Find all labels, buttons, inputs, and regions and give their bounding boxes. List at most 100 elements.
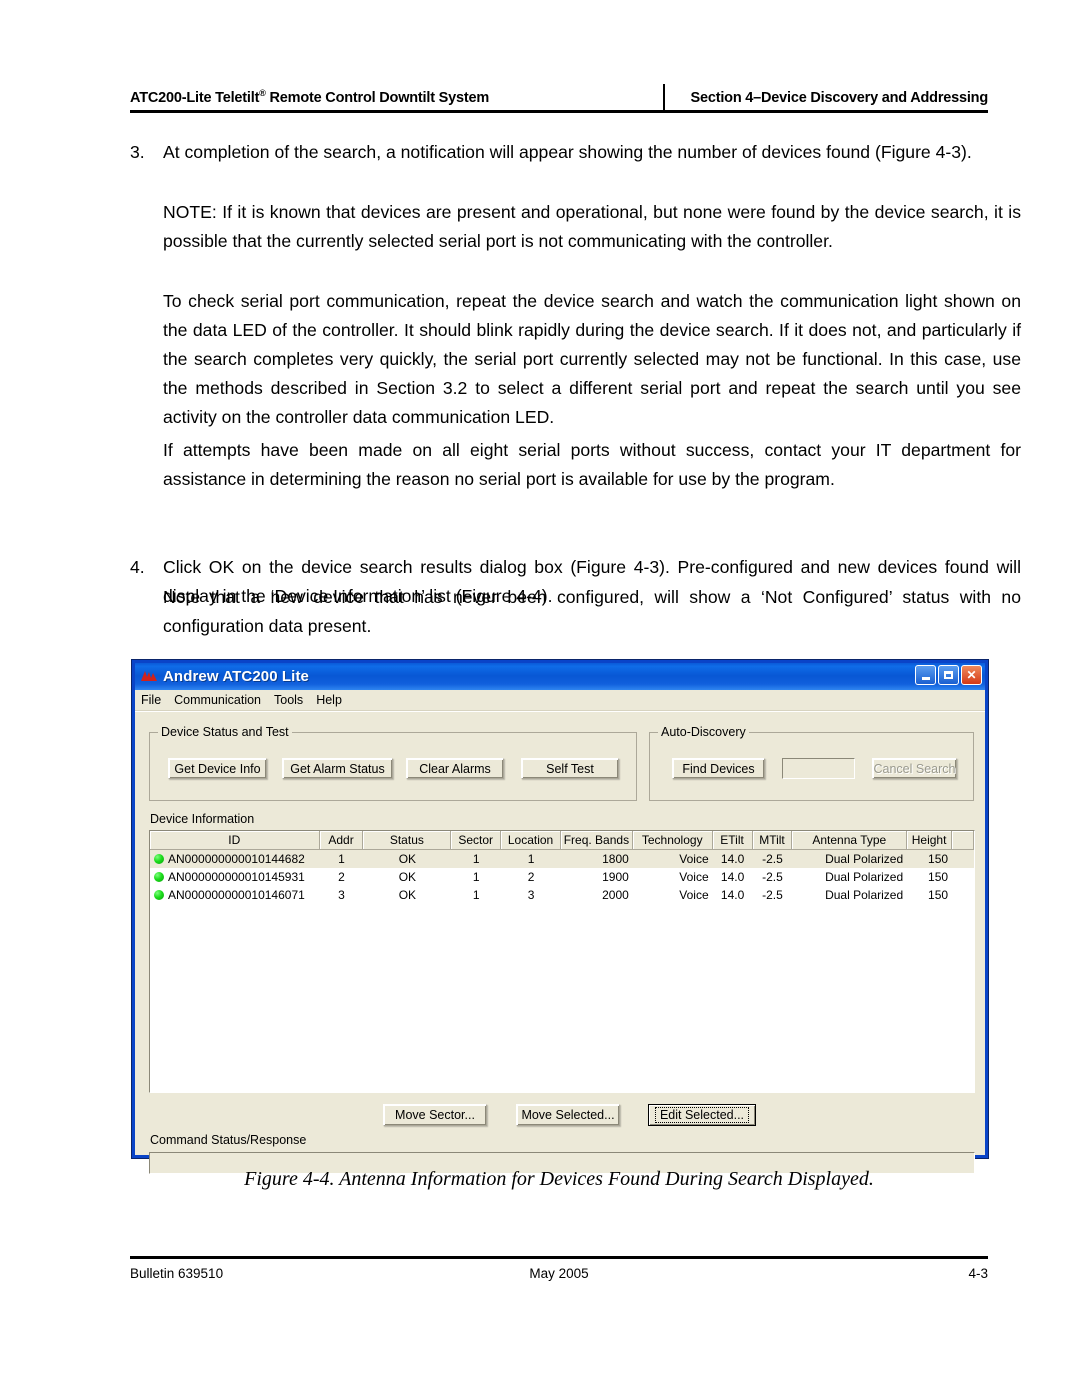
table-row[interactable]: AN000000000010146071 3 OK 1 3 2000 Voice… bbox=[150, 886, 974, 904]
cell-spacer bbox=[952, 886, 974, 904]
cell-spacer bbox=[952, 868, 974, 886]
column-header-technology[interactable]: Technology bbox=[632, 831, 713, 850]
column-header-etilt[interactable]: ETilt bbox=[712, 831, 753, 850]
get-device-info-button[interactable]: Get Device Info bbox=[168, 758, 267, 779]
column-header-spacer[interactable] bbox=[952, 831, 974, 850]
window-frame: Andrew ATC200 Lite ✕ File Communication … bbox=[132, 660, 988, 1174]
cell-sector: 1 bbox=[472, 888, 480, 902]
list-item-3-number: 3. bbox=[130, 142, 145, 162]
cell-freq-bands: 2000 bbox=[602, 888, 629, 902]
get-alarm-status-button[interactable]: Get Alarm Status bbox=[282, 758, 393, 779]
self-test-button[interactable]: Self Test bbox=[521, 758, 619, 779]
window-controls: ✕ bbox=[915, 665, 982, 685]
minimize-button[interactable] bbox=[915, 665, 936, 685]
figure-caption: Figure 4-4. Antenna Information for Devi… bbox=[244, 1168, 874, 1190]
column-header-antenna-type[interactable]: Antenna Type bbox=[792, 831, 908, 850]
document-page: ATC200-Lite Teletilt® Remote Control Dow… bbox=[0, 0, 1080, 1397]
column-header-status[interactable]: Status bbox=[363, 831, 452, 850]
attempts-text: If attempts have been made on all eight … bbox=[163, 440, 1021, 489]
grid-header-row: ID Addr Status Sector Location Freq. Ban… bbox=[150, 831, 974, 850]
edit-selected-button[interactable]: Edit Selected... bbox=[648, 1104, 756, 1126]
running-head-title: ATC200-Lite Teletilt bbox=[130, 89, 260, 106]
cell-id: AN000000000010146071 bbox=[168, 888, 305, 902]
cancel-search-button[interactable]: Cancel Search bbox=[872, 758, 957, 779]
column-header-id[interactable]: ID bbox=[150, 831, 320, 850]
find-devices-button[interactable]: Find Devices bbox=[672, 758, 765, 779]
menu-item-communication[interactable]: Communication bbox=[174, 693, 261, 707]
close-icon: ✕ bbox=[966, 668, 977, 682]
column-header-mtilt[interactable]: MTilt bbox=[752, 831, 793, 850]
cell-height: 150 bbox=[928, 852, 949, 866]
title-bar: Andrew ATC200 Lite ✕ bbox=[135, 663, 985, 690]
edit-selected-label: Edit Selected... bbox=[654, 1107, 750, 1123]
running-head-right: Section 4–Device Discovery and Addressin… bbox=[690, 89, 989, 106]
cell-freq-bands: 1900 bbox=[602, 870, 629, 884]
table-row[interactable]: AN000000000010144682 1 OK 1 1 1800 Voice… bbox=[150, 850, 974, 868]
running-head-left: ATC200-Lite Teletilt® Remote Control Dow… bbox=[130, 88, 489, 106]
note-paragraph: NOTE: If it is known that devices are pr… bbox=[163, 198, 1021, 256]
auto-discovery-label: Auto-Discovery bbox=[658, 725, 749, 739]
footer-page-number: 4-3 bbox=[968, 1266, 988, 1281]
cell-height: 150 bbox=[928, 870, 949, 884]
column-header-sector[interactable]: Sector bbox=[451, 831, 502, 850]
cell-etilt: 14.0 bbox=[720, 888, 745, 902]
footer-bulletin: Bulletin 639510 bbox=[130, 1266, 224, 1281]
column-header-addr[interactable]: Addr bbox=[319, 831, 364, 850]
cell-id: AN000000000010145931 bbox=[168, 870, 305, 884]
maximize-button[interactable] bbox=[938, 665, 959, 685]
cell-status: OK bbox=[398, 888, 417, 902]
cell-addr: 3 bbox=[338, 888, 345, 902]
andrew-logo-icon bbox=[140, 669, 158, 685]
column-header-location[interactable]: Location bbox=[501, 831, 561, 850]
serial-port-text: To check serial port communication, repe… bbox=[163, 291, 1021, 427]
search-progress-field bbox=[782, 758, 855, 779]
not-configured-text: Note that a new device that has never be… bbox=[163, 587, 1021, 636]
application-window-screenshot: Andrew ATC200 Lite ✕ File Communication … bbox=[131, 659, 989, 1174]
status-led-icon bbox=[154, 872, 164, 882]
command-status-label: Command Status/Response bbox=[150, 1133, 307, 1147]
cell-antenna-type: Dual Polarized bbox=[825, 852, 904, 866]
list-item-3: 3. At completion of the search, a notifi… bbox=[130, 138, 1021, 167]
menu-item-help[interactable]: Help bbox=[316, 693, 342, 707]
move-selected-button[interactable]: Move Selected... bbox=[516, 1104, 620, 1126]
cell-mtilt: -2.5 bbox=[762, 888, 783, 902]
device-information-grid[interactable]: ID Addr Status Sector Location Freq. Ban… bbox=[149, 830, 975, 1093]
column-header-height[interactable]: Height bbox=[907, 831, 953, 850]
cell-antenna-type: Dual Polarized bbox=[825, 870, 904, 884]
cell-etilt: 14.0 bbox=[720, 870, 745, 884]
minimize-icon bbox=[921, 676, 930, 680]
cell-freq-bands: 1800 bbox=[602, 852, 629, 866]
running-head-divider bbox=[663, 84, 665, 110]
cell-mtilt: -2.5 bbox=[762, 852, 783, 866]
cell-status: OK bbox=[398, 870, 417, 884]
menu-item-tools[interactable]: Tools bbox=[274, 693, 303, 707]
serial-port-paragraph: To check serial port communication, repe… bbox=[163, 287, 1021, 432]
running-head-rule bbox=[130, 110, 988, 113]
window-client-area: Device Status and Test Get Device Info G… bbox=[135, 711, 985, 1174]
close-button[interactable]: ✕ bbox=[961, 665, 982, 685]
cell-mtilt: -2.5 bbox=[762, 870, 783, 884]
cell-spacer bbox=[952, 850, 974, 868]
move-sector-button[interactable]: Move Sector... bbox=[383, 1104, 487, 1126]
footer-date: May 2005 bbox=[529, 1266, 589, 1281]
cell-location: 3 bbox=[527, 888, 535, 902]
note-text: NOTE: If it is known that devices are pr… bbox=[163, 202, 1021, 251]
cell-addr: 1 bbox=[338, 852, 345, 866]
status-led-icon bbox=[154, 890, 164, 900]
column-header-freq-bands[interactable]: Freq. Bands bbox=[560, 831, 633, 850]
device-information-label: Device Information bbox=[150, 812, 255, 826]
cell-sector: 1 bbox=[472, 852, 480, 866]
auto-discovery-group: Auto-Discovery Find Devices Cancel Searc… bbox=[649, 725, 974, 801]
cell-location: 1 bbox=[527, 852, 535, 866]
cell-status: OK bbox=[398, 852, 417, 866]
running-head-title-rest: Remote Control Downtilt System bbox=[265, 89, 490, 106]
table-row[interactable]: AN000000000010145931 2 OK 1 2 1900 Voice… bbox=[150, 868, 974, 886]
page-footer: Bulletin 639510 May 2005 4-3 bbox=[130, 1266, 988, 1281]
device-status-and-test-group: Device Status and Test Get Device Info G… bbox=[149, 725, 637, 801]
cell-antenna-type: Dual Polarized bbox=[825, 888, 904, 902]
status-led-icon bbox=[154, 854, 164, 864]
cell-height: 150 bbox=[928, 888, 949, 902]
menu-item-file[interactable]: File bbox=[141, 693, 161, 707]
clear-alarms-button[interactable]: Clear Alarms bbox=[406, 758, 504, 779]
cell-etilt: 14.0 bbox=[720, 852, 745, 866]
